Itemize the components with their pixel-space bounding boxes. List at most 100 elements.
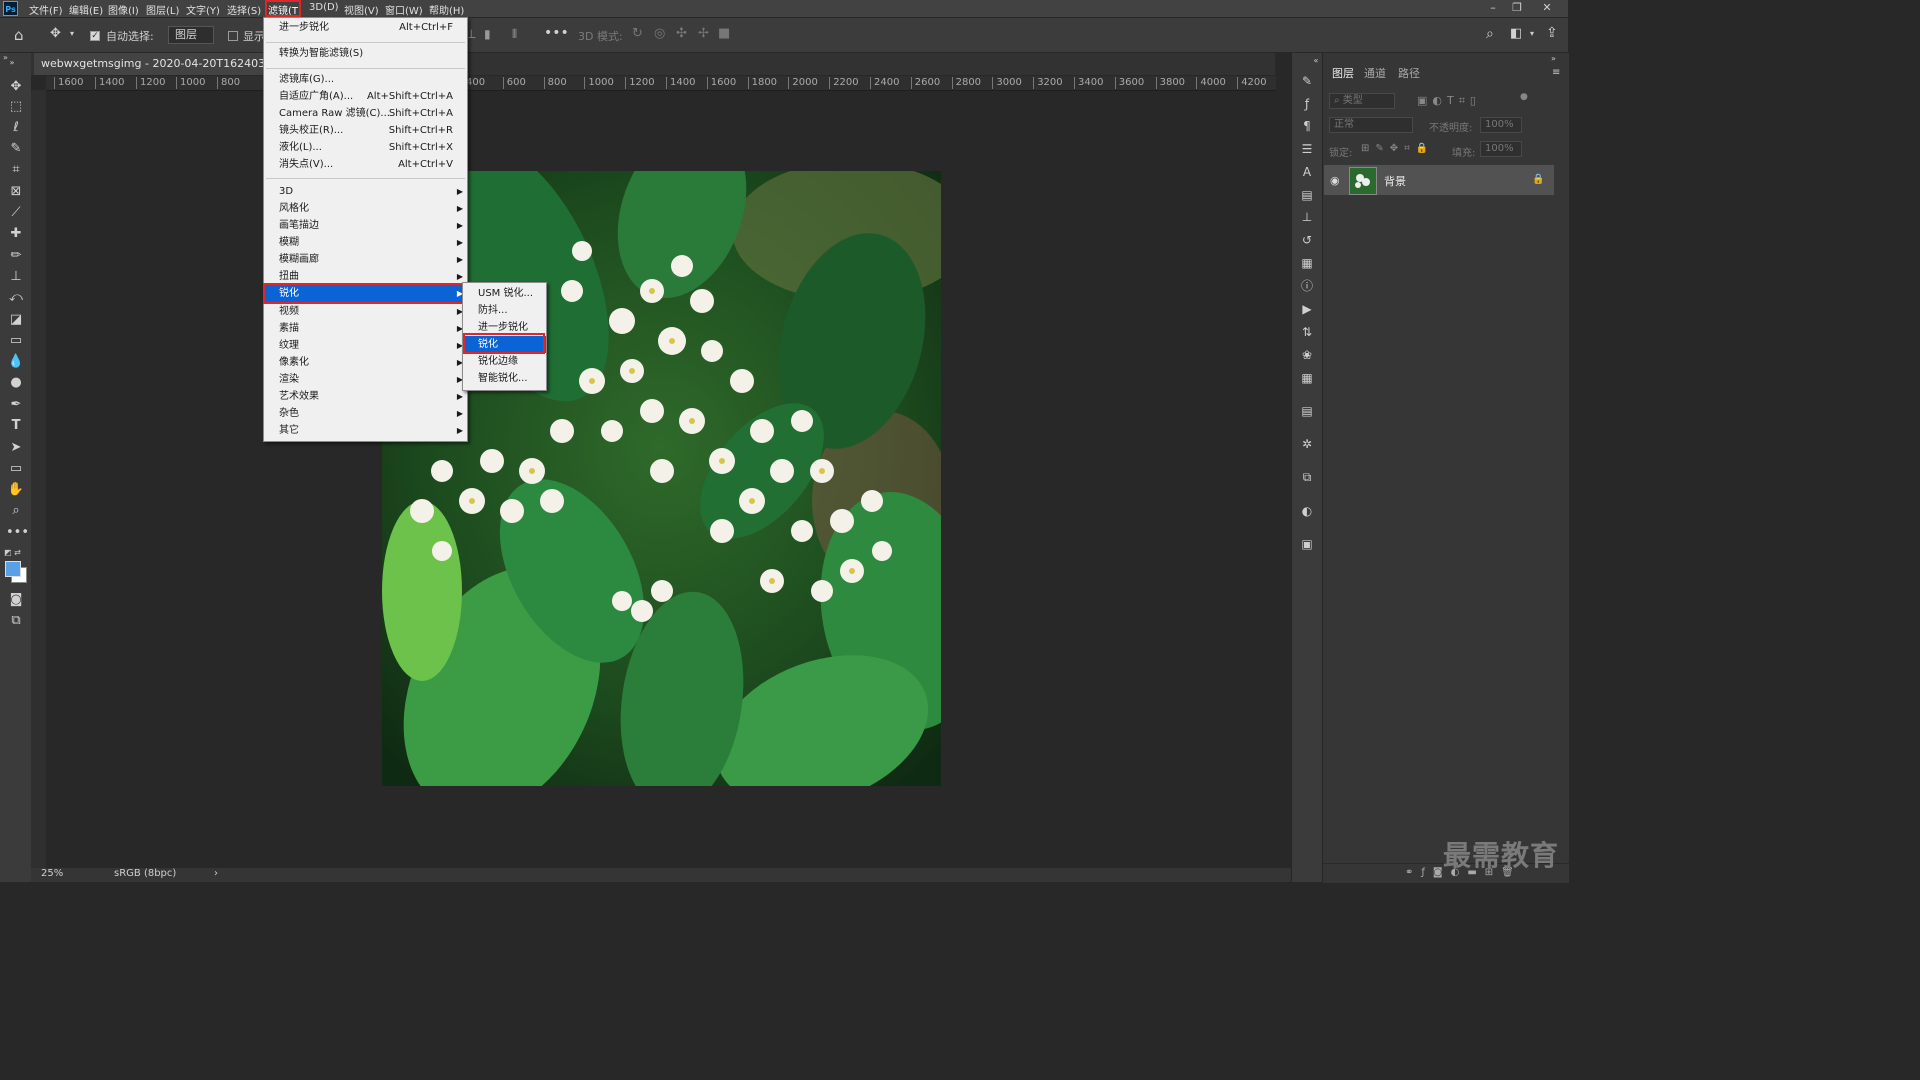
align-icon[interactable]: ▮ (484, 27, 491, 41)
3d-slide-icon[interactable]: ✢ (698, 26, 709, 41)
tab-channels[interactable]: 通道 (1364, 65, 1386, 81)
menu-item-pixelate[interactable]: 像素化 ▶ (264, 354, 467, 371)
submenu-item-sharpen[interactable]: 锐化 (463, 336, 546, 353)
photoshop-logo[interactable]: Ps (3, 1, 18, 16)
measurement-log-icon[interactable]: ▦ (1299, 370, 1315, 386)
menu-item-other[interactable]: 其它 ▶ (264, 422, 467, 439)
navigator-icon[interactable]: ⇅ (1299, 324, 1315, 340)
menu-item-artistic[interactable]: 艺术效果 ▶ (264, 388, 467, 405)
share-icon[interactable]: ⇪ (1546, 25, 1558, 41)
menu-window[interactable]: 窗口(W) (385, 2, 423, 17)
actions-icon[interactable]: ƒ (1299, 96, 1315, 112)
libraries-icon[interactable]: ▤ (1299, 187, 1315, 203)
vertical-ruler[interactable] (31, 90, 47, 868)
history-brush-tool-icon[interactable]: ⤺ (6, 289, 26, 307)
menu-image[interactable]: 图像(I) (108, 2, 139, 17)
layer-name[interactable]: 背景 (1384, 173, 1406, 189)
fill-input[interactable]: 100% (1480, 141, 1522, 157)
info-icon[interactable]: ⓘ (1299, 278, 1315, 294)
3d-camera-icon[interactable]: ■ (718, 26, 730, 41)
menu-item-stylize[interactable]: 风格化 ▶ (264, 200, 467, 217)
expand-icon[interactable]: » (0, 53, 34, 63)
gradient-tool-icon[interactable]: ▭ (6, 332, 26, 350)
quick-select-tool-icon[interactable]: ✎ (6, 140, 26, 158)
document-tab[interactable]: webwxgetmsgimg - 2020-04-20T162403.959.j… (34, 53, 303, 75)
adjustments-icon[interactable]: ☰ (1299, 141, 1315, 157)
blend-mode-dropdown[interactable]: 正常 (1329, 117, 1413, 133)
menu-item-convert-smart-filters[interactable]: 转换为智能滤镜(S) (264, 45, 467, 62)
dodge-tool-icon[interactable]: ● (6, 374, 26, 392)
zoom-tool-icon[interactable]: ⌕ (6, 502, 26, 520)
brush-settings-icon[interactable]: ✎ (1299, 73, 1315, 89)
submenu-item-shake-reduction[interactable]: 防抖... (463, 302, 546, 319)
hand-tool-icon[interactable]: ✋ (6, 481, 26, 499)
chevron-down-icon[interactable]: ▾ (70, 29, 74, 38)
menu-filter[interactable]: 滤镜(T) (268, 2, 302, 17)
move-tool-icon[interactable]: ✥ (50, 26, 61, 41)
healing-brush-tool-icon[interactable]: ✚ (6, 225, 26, 243)
quick-mask-icon[interactable]: ◙ (6, 591, 26, 609)
brush-tool-icon[interactable]: ✏ (6, 247, 26, 265)
show-transform-checkbox[interactable] (228, 31, 238, 41)
menu-item-video[interactable]: 视频 ▶ (264, 303, 467, 320)
glyphs-icon[interactable]: ✲ (1299, 436, 1315, 452)
menu-item-liquify[interactable]: 液化(L)... Shift+Ctrl+X (264, 139, 467, 156)
submenu-item-unsharp-mask[interactable]: USM 锐化... (463, 285, 546, 302)
3d-roll-icon[interactable]: ◎ (654, 26, 665, 41)
3d-pan-icon[interactable]: ✣ (676, 26, 687, 41)
foreground-color-swatch[interactable] (5, 561, 21, 577)
menu-item-texture[interactable]: 纹理 ▶ (264, 337, 467, 354)
pen-tool-icon[interactable]: ✒ (6, 396, 26, 414)
notes-icon[interactable]: ▤ (1299, 403, 1315, 419)
menu-item-adaptive-wide-angle[interactable]: 自适应广角(A)... Alt+Shift+Ctrl+A (264, 88, 467, 105)
menu-item-sharpen-more[interactable]: 进一步锐化 Alt+Ctrl+F (264, 19, 467, 36)
tab-paths[interactable]: 路径 (1398, 65, 1420, 81)
menu-help[interactable]: 帮助(H) (429, 2, 464, 17)
home-icon[interactable]: ⌂ (14, 26, 24, 44)
move-tool-icon[interactable]: ✥ (6, 78, 26, 96)
workspace-chevron-icon[interactable]: ▾ (1530, 29, 1534, 38)
submenu-item-sharpen-more[interactable]: 进一步锐化 (463, 319, 546, 336)
filter-kind-icons[interactable]: ▣◐T⌗▯ (1417, 94, 1481, 108)
menu-type[interactable]: 文字(Y) (186, 2, 220, 17)
color-profile[interactable]: sRGB (8bpc) (114, 868, 176, 879)
eyedropper-tool-icon[interactable]: ⟋ (6, 204, 26, 222)
layer-comps-icon[interactable]: ⧉ (1299, 469, 1315, 485)
status-chevron-icon[interactable]: › (214, 868, 218, 879)
type-tool-icon[interactable]: T (6, 417, 26, 435)
menu-3d[interactable]: 3D(D) (309, 2, 339, 13)
frame-tool-icon[interactable]: ⊠ (6, 183, 26, 201)
filter-toggle-icon[interactable]: ● (1520, 92, 1528, 102)
styles-icon[interactable]: ◐ (1299, 503, 1315, 519)
default-colors-icon[interactable]: ◩ ⇄ (4, 548, 21, 557)
layer-filter-dropdown[interactable]: ⌕ 类型 (1329, 93, 1395, 109)
auto-select-target-dropdown[interactable]: 图层 (168, 26, 214, 44)
menu-item-lens-correction[interactable]: 镜头校正(R)... Shift+Ctrl+R (264, 122, 467, 139)
menu-item-distort[interactable]: 扭曲 ▶ (264, 268, 467, 285)
submenu-item-sharpen-edges[interactable]: 锐化边缘 (463, 353, 546, 370)
visibility-eye-icon[interactable]: ◉ (1330, 174, 1340, 187)
properties-icon[interactable]: ▦ (1299, 255, 1315, 271)
collapse-panel-icon[interactable]: » (1551, 54, 1556, 63)
menu-edit[interactable]: 编辑(E) (69, 2, 103, 17)
swatches-icon[interactable]: ▣ (1299, 536, 1315, 552)
screen-mode-icon[interactable]: ⧉ (6, 612, 26, 630)
menu-file[interactable]: 文件(F) (29, 2, 63, 17)
more-options-icon[interactable]: ••• (544, 25, 569, 41)
blur-tool-icon[interactable]: 💧 (6, 353, 26, 371)
timeline-icon[interactable]: ▶ (1299, 301, 1315, 317)
menu-view[interactable]: 视图(V) (344, 2, 379, 17)
panel-menu-icon[interactable]: ≡ (1552, 67, 1560, 78)
lock-options-icons[interactable]: ⊞✎✥⌗🔒 (1361, 143, 1434, 154)
menu-item-render[interactable]: 渲染 ▶ (264, 371, 467, 388)
menu-item-filter-gallery[interactable]: 滤镜库(G)... (264, 71, 467, 88)
menu-item-brush-strokes[interactable]: 画笔描边 ▶ (264, 217, 467, 234)
menu-item-3d[interactable]: 3D ▶ (264, 183, 467, 200)
menu-item-blur-gallery[interactable]: 模糊画廊 ▶ (264, 251, 467, 268)
clone-stamp-tool-icon[interactable]: ⊥ (6, 268, 26, 286)
close-icon[interactable]: ✕ (1540, 1, 1554, 15)
auto-select-checkbox[interactable]: ✓ (90, 31, 100, 41)
layer-row-background[interactable]: ◉ 背景 🔒 (1324, 165, 1554, 195)
menu-item-sketch[interactable]: 素描 ▶ (264, 320, 467, 337)
menu-select[interactable]: 选择(S) (227, 2, 261, 17)
